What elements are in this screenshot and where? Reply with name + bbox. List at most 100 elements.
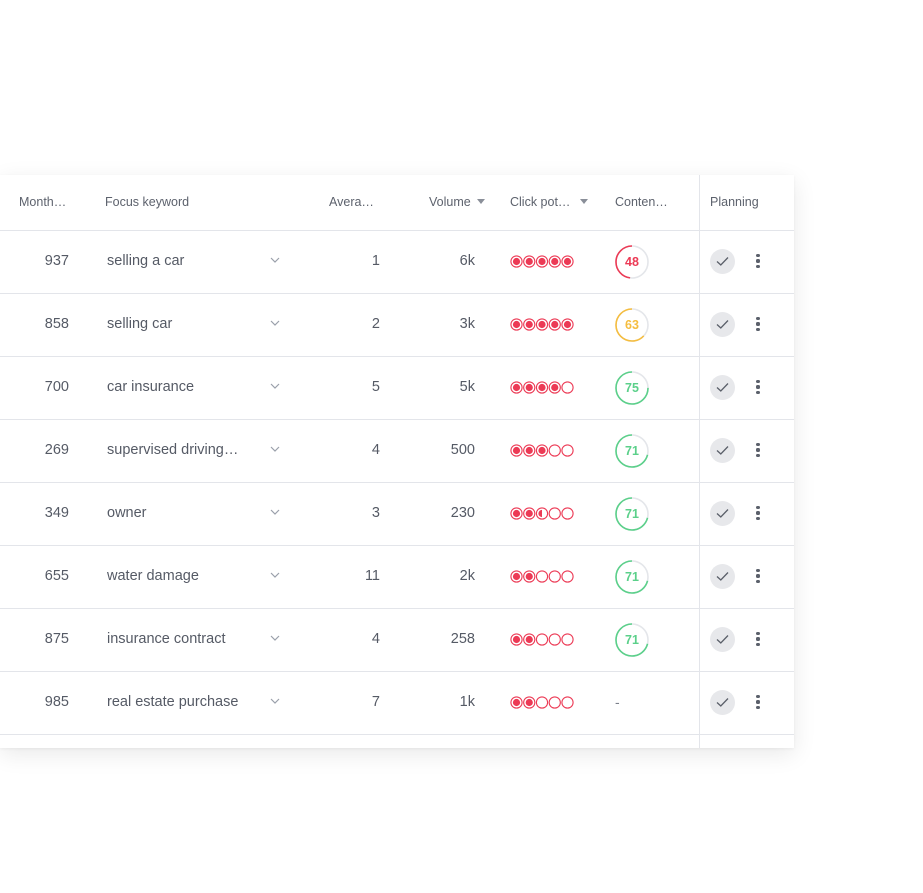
column-header-average[interactable]: Avera… — [329, 195, 374, 209]
more-options-icon[interactable] — [751, 440, 765, 462]
average-position: 4 — [371, 631, 380, 647]
table-header: Month… Focus keyword Avera… Volume Click… — [0, 175, 794, 231]
search-volume: 6k — [459, 253, 475, 269]
plan-check-button[interactable] — [710, 312, 735, 337]
rating-dot-fill — [538, 257, 546, 266]
plan-check-button[interactable] — [710, 627, 735, 652]
rating-dot — [548, 570, 561, 583]
rating-dot-fill — [525, 572, 533, 581]
sort-caret-icon[interactable] — [580, 199, 589, 204]
content-score-ring[interactable]: 63 — [614, 307, 650, 343]
chevron-down-icon[interactable] — [270, 445, 280, 453]
monthly-value: 700 — [44, 379, 69, 395]
rating-dot — [561, 444, 574, 457]
table-row[interactable]: 875 insurance contract 4 258 71 — [0, 609, 794, 672]
chevron-down-icon[interactable] — [270, 508, 280, 516]
table-row[interactable]: 349 owner 3 230 71 — [0, 483, 794, 546]
focus-keyword[interactable]: car insurance — [107, 379, 194, 395]
content-score-ring[interactable]: 75 — [614, 370, 650, 406]
column-header-content[interactable]: Conten… — [615, 195, 668, 209]
content-score-ring[interactable]: 71 — [614, 622, 650, 658]
click-potential-rating — [510, 255, 574, 268]
plan-check-button[interactable] — [710, 375, 735, 400]
more-options-icon[interactable] — [751, 629, 765, 651]
checkmark-icon — [716, 635, 729, 644]
column-header-click-potential-label: Click pot… — [510, 195, 571, 209]
content-score-ring[interactable]: 71 — [614, 433, 650, 469]
click-potential-rating — [510, 381, 574, 394]
checkmark-icon — [716, 383, 729, 392]
rating-dot — [561, 381, 574, 394]
more-options-icon[interactable] — [751, 566, 765, 588]
plan-check-button[interactable] — [710, 249, 735, 274]
rating-dot — [535, 570, 549, 583]
rating-dot — [561, 696, 574, 709]
column-header-click-potential[interactable]: Click pot… — [510, 195, 589, 209]
click-potential-rating — [510, 318, 574, 331]
focus-keyword[interactable]: owner — [107, 505, 147, 521]
chevron-down-icon[interactable] — [270, 634, 280, 642]
rating-dot — [548, 444, 561, 457]
rating-dot — [561, 570, 574, 583]
chevron-down-icon[interactable] — [270, 319, 280, 327]
more-options-icon[interactable] — [751, 377, 765, 399]
more-options-icon[interactable] — [751, 503, 765, 525]
more-options-icon[interactable] — [751, 692, 765, 714]
chevron-down-icon[interactable] — [270, 382, 280, 390]
rating-dot-fill — [563, 257, 572, 266]
focus-keyword[interactable]: water damage — [107, 568, 199, 584]
column-header-volume[interactable]: Volume — [429, 195, 485, 209]
monthly-value: 269 — [44, 442, 69, 458]
chevron-down-icon[interactable] — [270, 697, 280, 705]
column-header-monthly[interactable]: Month… — [19, 195, 66, 209]
more-options-icon[interactable] — [751, 251, 765, 273]
checkmark-icon — [716, 509, 729, 518]
column-header-planning[interactable]: Planning — [710, 195, 759, 209]
rating-dot-fill — [538, 383, 546, 392]
column-header-volume-label: Volume — [429, 195, 471, 209]
rating-dot — [548, 633, 561, 646]
content-score-ring[interactable]: 71 — [614, 496, 650, 532]
content-score-value: 71 — [625, 570, 639, 584]
content-score-value: 71 — [625, 444, 639, 458]
sort-caret-icon[interactable] — [476, 199, 485, 204]
plan-check-button[interactable] — [710, 501, 735, 526]
content-score-value: 75 — [625, 381, 639, 395]
focus-keyword[interactable]: real estate purchase — [107, 694, 238, 710]
table-row[interactable]: 937 selling a car 1 6k 48 — [0, 231, 794, 294]
table-row[interactable]: 858 selling car 2 3k 63 — [0, 294, 794, 357]
content-score-ring[interactable]: 48 — [614, 244, 650, 280]
rating-dot-fill — [525, 320, 533, 329]
monthly-value: 985 — [44, 694, 69, 710]
focus-keyword[interactable]: insurance contract — [107, 631, 225, 647]
column-divider — [699, 175, 700, 748]
focus-keyword[interactable]: selling a car — [107, 253, 184, 269]
search-volume: 2k — [459, 568, 475, 584]
table-row[interactable]: 269 supervised driving… 4 500 71 — [0, 420, 794, 483]
click-potential-rating — [510, 570, 574, 583]
average-position: 4 — [371, 442, 380, 458]
plan-check-button[interactable] — [710, 564, 735, 589]
content-score-ring[interactable]: 71 — [614, 559, 650, 595]
chevron-down-icon[interactable] — [270, 256, 280, 264]
rating-dot-fill — [512, 698, 521, 707]
column-header-focus-keyword[interactable]: Focus keyword — [105, 195, 189, 209]
rating-dot-fill — [512, 320, 521, 329]
rating-dot-fill — [512, 572, 521, 581]
average-position: 2 — [371, 316, 380, 332]
table-row[interactable]: 700 car insurance 5 5k 75 — [0, 357, 794, 420]
rating-dot — [535, 633, 549, 646]
table-row[interactable]: 655 water damage 11 2k 71 — [0, 546, 794, 609]
table-row[interactable]: 985 real estate purchase 7 1k - — [0, 672, 794, 735]
focus-keyword[interactable]: supervised driving… — [107, 442, 238, 458]
chevron-down-icon[interactable] — [270, 571, 280, 579]
focus-keyword[interactable]: selling car — [107, 316, 172, 332]
checkmark-icon — [716, 446, 729, 455]
partial-content-ring — [614, 746, 650, 748]
plan-check-button[interactable] — [710, 438, 735, 463]
rating-dot — [561, 507, 574, 520]
rating-dot-fill — [551, 320, 559, 329]
plan-check-button[interactable] — [710, 690, 735, 715]
rating-dot-fill — [525, 383, 533, 392]
more-options-icon[interactable] — [751, 314, 765, 336]
